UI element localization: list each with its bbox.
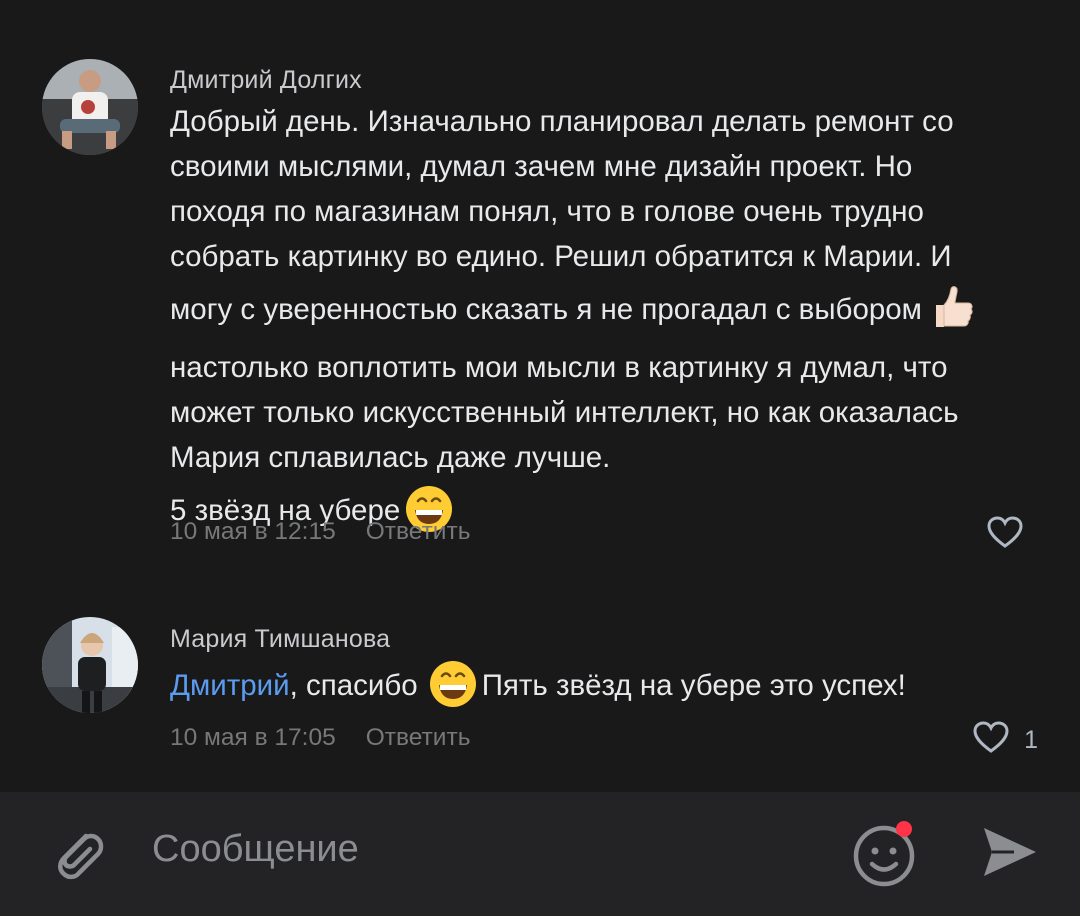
message-composer: Сообщение bbox=[0, 792, 1080, 916]
comment-line: может только искусственный интеллект, но… bbox=[170, 396, 959, 429]
timestamp: 10 мая в 12:15 bbox=[170, 518, 336, 545]
comment-text: Добрый день. Изначально планировал делат… bbox=[170, 99, 1030, 546]
like-button[interactable]: 1 bbox=[972, 720, 1038, 761]
comment-line: настолько воплотить мои мысли в картинку… bbox=[170, 351, 948, 384]
mention-link[interactable]: Дмитрий bbox=[170, 669, 290, 702]
comment-meta: 10 мая в 12:15 Ответить bbox=[170, 518, 470, 546]
comment-line: собрать картинку во едино. Решил обратит… bbox=[170, 240, 952, 273]
comment-line-text: Пять звёзд на убере это успех! bbox=[481, 669, 906, 702]
comment-line: Мария сплавилась даже лучше. bbox=[170, 441, 611, 474]
comment-text: Дмитрий, спасибо Пять звёзд на убере это… bbox=[170, 655, 1030, 721]
avatar[interactable] bbox=[42, 617, 138, 713]
comment-line: могу с уверенностью сказать я не прогада… bbox=[170, 279, 1030, 345]
like-button[interactable] bbox=[986, 515, 1038, 556]
comment-meta: 10 мая в 17:05 Ответить bbox=[170, 724, 470, 752]
author-name[interactable]: Дмитрий Долгих bbox=[170, 66, 362, 95]
like-count: 1 bbox=[1024, 726, 1038, 754]
timestamp: 10 мая в 17:05 bbox=[170, 724, 336, 751]
comment-line: Добрый день. Изначально планировал делат… bbox=[170, 105, 954, 138]
heart-icon bbox=[986, 515, 1024, 556]
send-icon[interactable] bbox=[980, 822, 1040, 887]
heart-icon bbox=[972, 720, 1010, 761]
paperclip-icon[interactable] bbox=[44, 822, 108, 891]
comment-line-text: могу с уверенностью сказать я не прогада… bbox=[170, 293, 922, 326]
avatar[interactable] bbox=[42, 59, 138, 155]
emoji-picker-icon[interactable] bbox=[850, 820, 920, 895]
comment-line: Дмитрий, спасибо Пять звёзд на убере это… bbox=[170, 655, 1030, 721]
grinning-face-icon bbox=[428, 659, 478, 709]
comment-line-text: , спасибо bbox=[289, 669, 418, 702]
reply-button[interactable]: Ответить bbox=[366, 518, 471, 545]
message-input[interactable]: Сообщение bbox=[152, 828, 359, 871]
comment-line: походя по магазинам понял, что в голове … bbox=[170, 195, 924, 228]
reply-button[interactable]: Ответить bbox=[366, 724, 471, 751]
thumbs-up-icon bbox=[926, 283, 976, 333]
author-name[interactable]: Мария Тимшанова bbox=[170, 625, 390, 654]
comment-line: своими мыслями, думал зачем мне дизайн п… bbox=[170, 150, 913, 183]
comments-screen: Дмитрий Долгих Добрый день. Изначально п… bbox=[0, 0, 1080, 916]
